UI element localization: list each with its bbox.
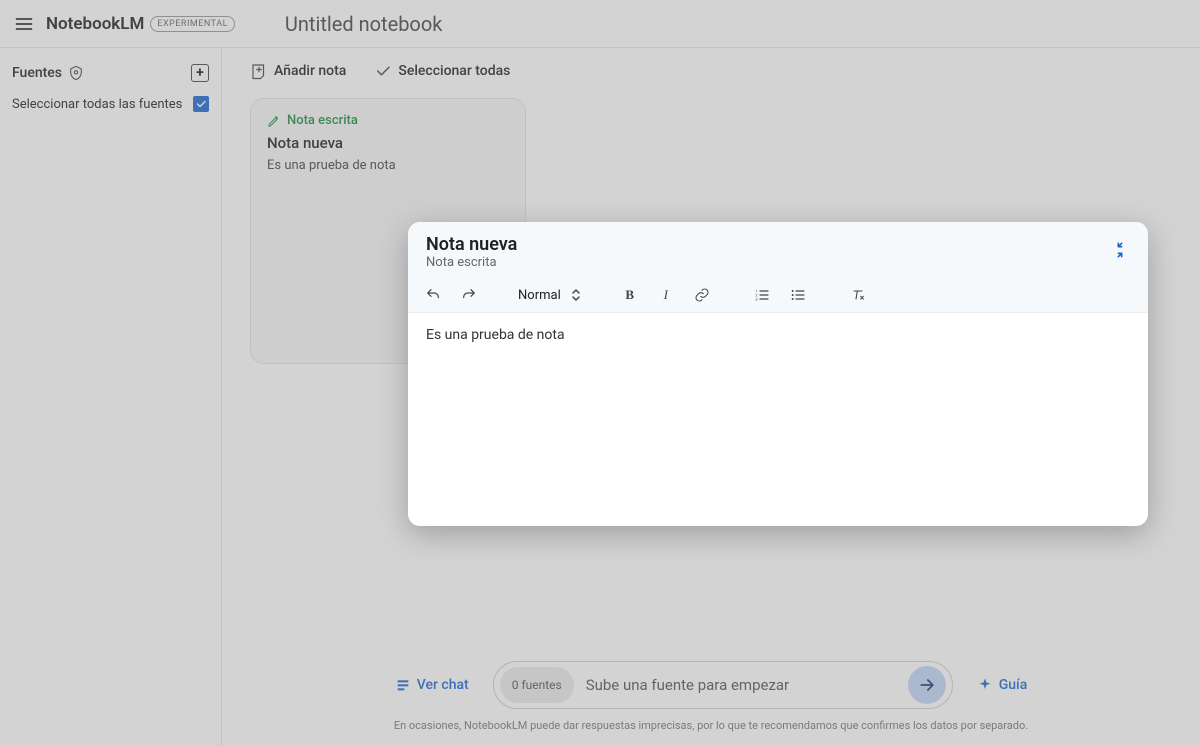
notes-toolbar: Añadir nota Seleccionar todas — [250, 62, 1172, 80]
notebook-title[interactable]: Untitled notebook — [285, 12, 442, 36]
chat-icon — [395, 677, 411, 693]
guide-label: Guía — [999, 677, 1028, 693]
select-all-notes-button[interactable]: Seleccionar todas — [374, 62, 510, 80]
note-card-tag-label: Nota escrita — [287, 113, 358, 128]
unordered-list-button[interactable] — [787, 284, 809, 306]
pencil-icon — [267, 114, 281, 128]
select-all-sources-row[interactable]: Seleccionar todas las fuentes — [12, 96, 209, 112]
editor-header: Nota nueva Nota escrita — [408, 222, 1148, 278]
disclaimer-text: En ocasiones, NotebookLM puede dar respu… — [394, 719, 1028, 732]
undo-button[interactable] — [422, 284, 444, 306]
select-all-sources-label: Seleccionar todas las fuentes — [12, 97, 182, 112]
editor-subtitle: Nota escrita — [426, 255, 1130, 270]
italic-button[interactable]: I — [655, 284, 677, 306]
sources-icon — [68, 65, 84, 81]
add-source-button[interactable]: + — [191, 64, 209, 82]
editor-content[interactable]: Es una prueba de nota — [408, 313, 1148, 526]
source-count-chip[interactable]: 0 fuentes — [500, 667, 574, 703]
bold-button[interactable]: B — [619, 284, 641, 306]
note-card-title: Nota nueva — [267, 134, 509, 152]
collapse-icon[interactable] — [1110, 240, 1130, 260]
sidebar: Fuentes + Seleccionar todas las fuentes — [0, 48, 222, 746]
brand-name: NotebookLM — [46, 14, 144, 34]
note-card-body: Es una prueba de nota — [267, 158, 509, 173]
add-note-button[interactable]: Añadir nota — [250, 62, 346, 80]
format-label: Normal — [518, 288, 561, 303]
sources-header: Fuentes + — [12, 64, 209, 82]
note-add-icon — [250, 62, 268, 80]
chat-input-container: 0 fuentes Sube una fuente para empezar — [493, 661, 953, 709]
chat-input[interactable]: Sube una fuente para empezar — [586, 676, 896, 694]
note-editor-modal: Nota nueva Nota escrita Normal B I 123 — [408, 222, 1148, 526]
view-chat-button[interactable]: Ver chat — [395, 677, 469, 693]
experimental-badge: EXPERIMENTAL — [150, 16, 235, 32]
select-all-checkbox[interactable] — [193, 96, 209, 112]
check-icon — [374, 62, 392, 80]
link-button[interactable] — [691, 284, 713, 306]
app-header: NotebookLM EXPERIMENTAL Untitled noteboo… — [0, 0, 1200, 48]
sources-label: Fuentes — [12, 65, 62, 81]
editor-title[interactable]: Nota nueva — [426, 234, 1130, 255]
send-button[interactable] — [908, 666, 946, 704]
clear-format-button[interactable] — [847, 284, 869, 306]
format-select[interactable]: Normal — [518, 288, 581, 303]
svg-text:3: 3 — [755, 296, 757, 301]
redo-button[interactable] — [458, 284, 480, 306]
note-card-tag: Nota escrita — [267, 113, 509, 128]
editor-toolbar: Normal B I 123 — [408, 278, 1148, 313]
bottom-bar: Ver chat 0 fuentes Sube una fuente para … — [222, 661, 1200, 732]
view-chat-label: Ver chat — [417, 677, 469, 693]
select-all-notes-label: Seleccionar todas — [398, 63, 510, 79]
chevron-updown-icon — [571, 288, 581, 302]
add-note-label: Añadir nota — [274, 63, 346, 79]
ordered-list-button[interactable]: 123 — [751, 284, 773, 306]
menu-icon[interactable] — [12, 12, 36, 36]
guide-button[interactable]: Guía — [977, 677, 1028, 693]
sparkle-icon — [977, 677, 993, 693]
